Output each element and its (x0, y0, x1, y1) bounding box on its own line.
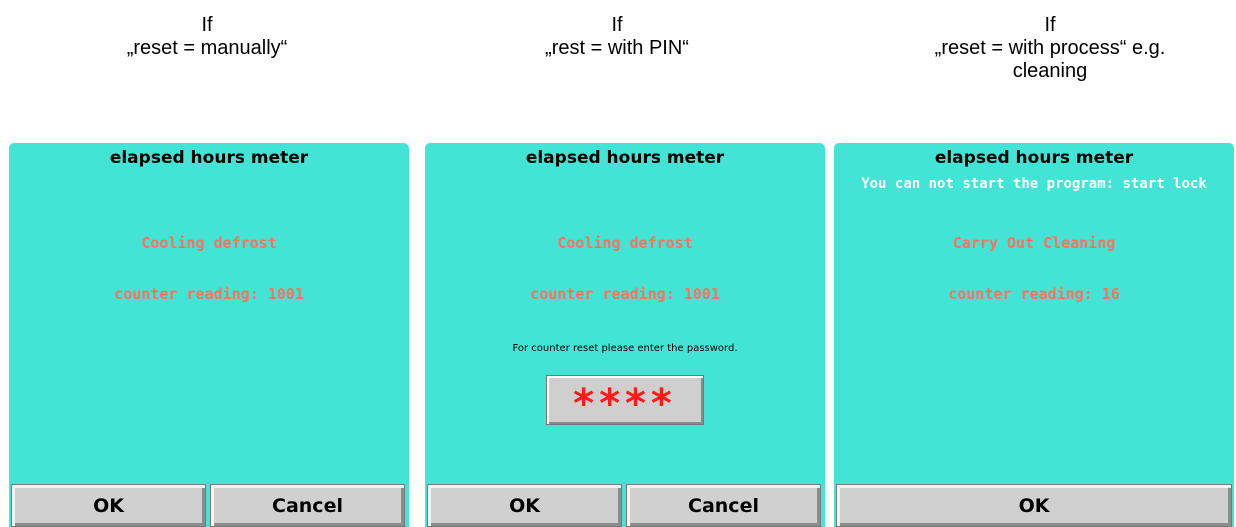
program-name: Carry Out Cleaning (952, 234, 1116, 252)
start-lock-warning: You can not start the program: start loc… (861, 176, 1207, 192)
dialog-reset-with-process: elapsed hours meter You can not start th… (834, 143, 1234, 527)
counter-reading: counter reading: 1001 (114, 285, 304, 303)
caption-if: If (1044, 14, 1056, 36)
counter-reading: counter reading: 16 (948, 285, 1120, 303)
dialog-reset-with-pin: elapsed hours meter Cooling defrost coun… (425, 143, 825, 527)
password-field[interactable]: **** (546, 375, 704, 425)
password-prompt: For counter reset please enter the passw… (512, 343, 738, 354)
caption-reset-with-pin: If „rest = with PIN“ (512, 14, 722, 60)
password-value: **** (573, 381, 677, 427)
ok-button[interactable]: OK (427, 484, 622, 527)
caption-mode: „reset = manually“ (126, 37, 288, 59)
ok-button[interactable]: OK (836, 484, 1232, 527)
dialog-reset-manually: elapsed hours meter Cooling defrost coun… (9, 143, 409, 527)
caption-reset-manually: If „reset = manually“ (102, 14, 312, 60)
cancel-button[interactable]: Cancel (210, 484, 405, 527)
caption-if: If (201, 14, 213, 36)
dialog-title: elapsed hours meter (934, 148, 1134, 168)
caption-mode: „rest = with PIN“ (545, 37, 689, 59)
caption-if: If (611, 14, 623, 36)
ok-button[interactable]: OK (11, 484, 206, 527)
cancel-button[interactable]: Cancel (626, 484, 821, 527)
program-name: Cooling defrost (141, 234, 277, 252)
dialog-title: elapsed hours meter (109, 148, 309, 168)
dialog-title: elapsed hours meter (525, 148, 725, 168)
counter-reading: counter reading: 1001 (530, 285, 720, 303)
caption-reset-with-process: If „reset = with process“ e.g. cleaning (920, 14, 1180, 83)
program-name: Cooling defrost (557, 234, 693, 252)
caption-mode: „reset = with process“ e.g. cleaning (934, 37, 1166, 82)
